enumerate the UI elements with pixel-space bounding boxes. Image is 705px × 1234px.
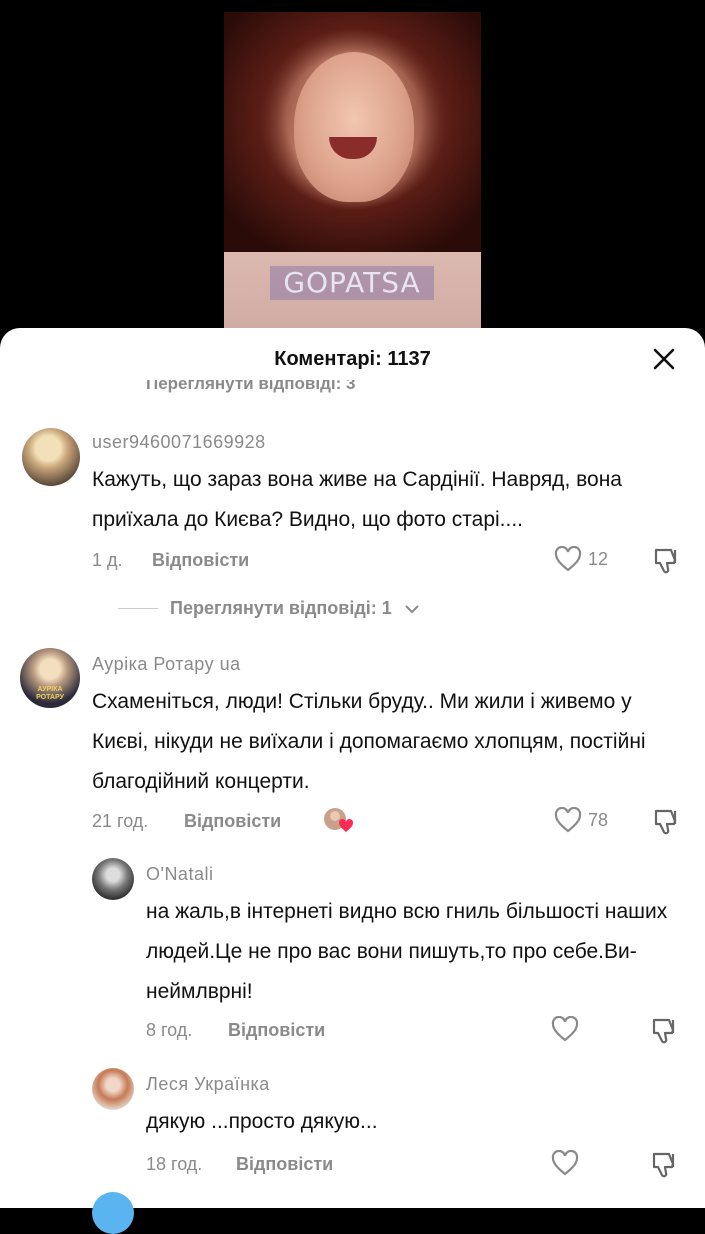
comments-title: Коментарі: 1137 <box>274 348 431 370</box>
heart-icon <box>554 807 582 833</box>
heart-icon <box>554 546 582 572</box>
heart-icon <box>551 1016 579 1042</box>
view-replies-label: Переглянути відповіді: 1 <box>170 598 392 618</box>
comment-text: дякую ...просто дякую... <box>146 1110 378 1133</box>
avatar[interactable] <box>92 858 134 900</box>
like-count: 12 <box>588 548 609 569</box>
view-replies-button[interactable]: Переглянути відповіді: 1 <box>118 598 420 619</box>
avatar[interactable] <box>92 1192 134 1234</box>
dislike-button[interactable] <box>652 807 682 840</box>
comment-text: Схаменіться, люди! Стільки бруду.. Ми жи… <box>92 690 646 793</box>
heart-icon <box>551 1150 579 1176</box>
avatar-label: АУРІКА РОТАРУ <box>36 686 64 701</box>
comment-time: 21 год. <box>92 811 149 831</box>
like-button[interactable]: 78 <box>554 807 608 833</box>
video-watermark: GOPATSA <box>270 266 434 300</box>
avatar[interactable] <box>22 428 80 486</box>
comment-username[interactable]: user9460071669928 <box>92 432 266 453</box>
dislike-icon <box>652 1018 675 1044</box>
reply-button[interactable]: Відповісти <box>152 550 249 571</box>
divider-line <box>118 608 158 609</box>
dislike-icon <box>654 809 677 835</box>
reply-button[interactable]: Відповісти <box>228 1020 325 1041</box>
comment-username[interactable]: O'Natali <box>146 864 213 885</box>
dislike-button[interactable] <box>652 546 682 579</box>
comment-time: 8 год. <box>146 1020 193 1040</box>
dislike-button[interactable] <box>650 1150 680 1183</box>
reply-button[interactable]: Відповісти <box>184 811 281 832</box>
chevron-down-icon <box>405 604 419 613</box>
dislike-icon <box>652 1152 675 1178</box>
avatar[interactable] <box>92 1068 134 1110</box>
creator-liked-icon <box>322 806 354 832</box>
face-shape <box>294 52 414 202</box>
avatar[interactable]: АУРІКА РОТАРУ <box>20 648 80 708</box>
like-count: 78 <box>588 809 609 830</box>
dislike-icon <box>654 548 677 574</box>
comment-username[interactable]: Леся Українка <box>146 1074 270 1095</box>
comment-text: Кажуть, що зараз вона живе на Сардінії. … <box>92 468 622 531</box>
sheet-header: Коментарі: 1137 Переглянути відповіді: 3 <box>0 328 705 392</box>
view-replies-partial[interactable]: Переглянути відповіді: 3 <box>146 380 355 394</box>
like-button[interactable] <box>551 1150 579 1176</box>
comments-sheet: Коментарі: 1137 Переглянути відповіді: 3… <box>0 328 705 1234</box>
comment-time: 1 д. <box>92 550 123 570</box>
comment-username[interactable]: Ауріка Ротару ua <box>92 654 241 675</box>
comment-time: 18 год. <box>146 1154 203 1174</box>
dislike-button[interactable] <box>650 1016 680 1049</box>
like-button[interactable]: 12 <box>554 546 608 572</box>
comment-text: на жаль,в інтернеті видно всю гниль біль… <box>146 900 668 1003</box>
video-player[interactable]: GOPATSA <box>0 0 705 340</box>
reply-button[interactable]: Відповісти <box>236 1154 333 1175</box>
video-thumbnail: GOPATSA <box>224 12 481 340</box>
like-button[interactable] <box>551 1016 579 1042</box>
close-button[interactable] <box>651 346 677 372</box>
close-icon <box>653 348 675 370</box>
